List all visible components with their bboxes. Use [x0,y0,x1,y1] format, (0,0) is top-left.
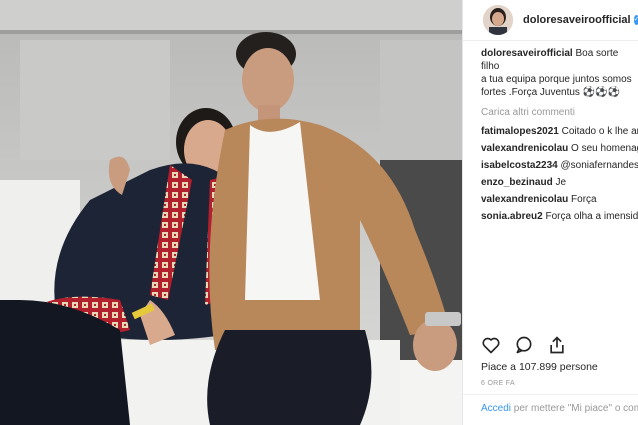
post-photo[interactable] [0,0,462,425]
comment-text: Je [555,177,567,188]
post-sidebar: doloresaveiroofficial ✓ doloresaveiroffi… [462,0,638,425]
login-prompt-text: per mettere "Mi piace" o commentare. [513,403,638,414]
comment-item: enzo_bezinaud Je [481,176,638,189]
comment-text: Força olha a imensidão [545,211,638,222]
post-timestamp: 6 ORE FA [481,380,515,387]
comments-list: doloresaveirofficial Boa sorte filho a t… [463,41,638,223]
load-more-comments-link[interactable]: Carica altri commenti [481,106,638,119]
post-image [0,0,462,425]
comment-username[interactable]: valexandrenicolau [481,143,568,154]
comment-username[interactable]: isabelcosta2234 [481,160,558,171]
comment-text: @soniafernandes concordo.... Lutador, se… [560,160,638,171]
comment-item: sonia.abreu2 Força olha a imensidão [481,210,638,223]
comment-username[interactable]: valexandrenicolau [481,194,568,205]
comment-item: fatimalopes2021 Coitado o k lhe arranjar… [481,125,638,138]
comment-item: valexandrenicolau O seu homenagem [481,142,638,155]
header-username[interactable]: doloresaveiroofficial [523,14,631,26]
share-icon[interactable] [547,335,567,355]
post-header: doloresaveiroofficial ✓ [463,0,638,41]
comment-text: O seu homenagem [571,143,638,154]
verified-badge-icon: ✓ [633,15,638,25]
caption: doloresaveirofficial Boa sorte filho a t… [481,47,638,99]
login-prompt: Accedi per mettere "Mi piace" o commenta… [481,403,638,414]
comment-username[interactable]: fatimalopes2021 [481,126,559,137]
avatar[interactable] [483,5,513,35]
login-link[interactable]: Accedi [481,403,511,414]
post-actions [481,335,567,355]
comment-text: Força [571,194,597,205]
comment-item: isabelcosta2234 @soniafernandes concordo… [481,159,638,172]
heart-icon[interactable] [481,335,501,355]
comment-username[interactable]: sonia.abreu2 [481,211,543,222]
comment-username[interactable]: enzo_bezinaud [481,177,553,188]
caption-username[interactable]: doloresaveirofficial [481,48,573,59]
comment-item: valexandrenicolau Força [481,193,638,206]
likes-count[interactable]: Piace a 107.899 persone [481,361,598,373]
avatar-image [483,5,513,35]
divider [463,394,638,395]
comment-icon[interactable] [514,335,534,355]
comment-text: Coitado o k lhe arranjar ▯mta sorte 💋💋 [561,126,638,137]
